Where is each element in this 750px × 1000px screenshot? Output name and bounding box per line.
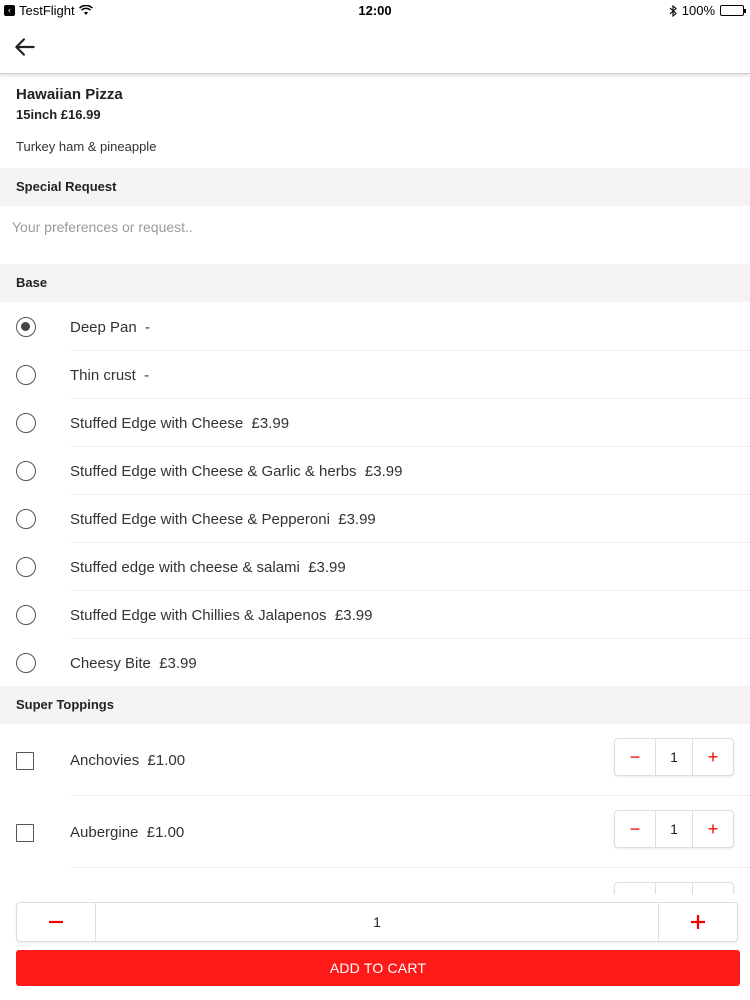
base-option-label: Cheesy Bite £3.99: [70, 654, 197, 672]
base-option-stuffed-pepperoni[interactable]: Stuffed Edge with Cheese & Pepperoni £3.…: [0, 495, 750, 543]
radio-icon[interactable]: [16, 653, 36, 673]
plus-icon[interactable]: [693, 883, 733, 894]
product-name: Hawaiian Pizza: [16, 86, 123, 103]
topping-row-aubergine: Aubergine £1.00 − 1 +: [0, 796, 750, 868]
battery-icon: [720, 5, 746, 16]
super-toppings-header: Super Toppings: [0, 686, 750, 724]
radio-icon[interactable]: [16, 509, 36, 529]
topping-quantity-stepper: − 1 +: [614, 810, 734, 848]
radio-icon[interactable]: [16, 461, 36, 481]
radio-icon[interactable]: [16, 557, 36, 577]
nav-bar: [0, 22, 750, 74]
checkbox-icon[interactable]: [16, 824, 34, 842]
radio-icon[interactable]: [16, 413, 36, 433]
special-request-header: Special Request: [0, 168, 750, 206]
base-option-label: Thin crust -: [70, 366, 150, 384]
status-time: 12:00: [358, 3, 392, 18]
topping-quantity-value: [655, 883, 693, 894]
base-option-label: Deep Pan -: [70, 318, 151, 336]
product-size-price: 15inch £16.99: [16, 107, 101, 122]
minus-icon[interactable]: −: [615, 811, 655, 847]
radio-icon[interactable]: [16, 365, 36, 385]
bluetooth-icon: [669, 4, 677, 17]
base-option-label: Stuffed Edge with Cheese & Pepperoni £3.…: [70, 510, 376, 528]
cart-quantity-stepper: 1: [16, 902, 738, 942]
toppings-list: Anchovies £1.00 − 1 + Aubergine £1.00 − …: [0, 724, 750, 894]
base-option-label: Stuffed Edge with Cheese £3.99: [70, 414, 290, 432]
topping-label: Aubergine £1.00: [70, 824, 185, 841]
topping-quantity-stepper: − 1 +: [614, 738, 734, 776]
status-right: 100%: [669, 3, 746, 18]
base-option-label: Stuffed Edge with Chillies & Jalapenos £…: [70, 606, 373, 624]
base-option-deep-pan[interactable]: Deep Pan -: [0, 303, 750, 351]
product-description: Turkey ham & pineapple: [16, 139, 157, 154]
status-bar: ‹ TestFlight 12:00 100%: [0, 0, 750, 22]
base-option-cheesy-bite[interactable]: Cheesy Bite £3.99: [0, 639, 750, 687]
topping-quantity-value: 1: [655, 811, 693, 847]
arrow-left-icon[interactable]: [12, 34, 38, 60]
topping-quantity-stepper: [614, 882, 734, 894]
plus-icon[interactable]: +: [693, 811, 733, 847]
base-option-stuffed-chillies[interactable]: Stuffed Edge with Chillies & Jalapenos £…: [0, 591, 750, 639]
radio-icon[interactable]: [16, 605, 36, 625]
topping-row-anchovies: Anchovies £1.00 − 1 +: [0, 724, 750, 796]
base-option-label: Stuffed Edge with Cheese & Garlic & herb…: [70, 462, 403, 480]
minus-icon[interactable]: [17, 903, 95, 941]
cart-quantity-value: 1: [95, 903, 659, 941]
base-option-stuffed-cheese[interactable]: Stuffed Edge with Cheese £3.99: [0, 399, 750, 447]
base-option-thin-crust[interactable]: Thin crust -: [0, 351, 750, 399]
plus-icon[interactable]: +: [693, 739, 733, 775]
topping-quantity-value: 1: [655, 739, 693, 775]
base-options-list: Deep Pan - Thin crust - Stuffed Edge wit…: [0, 303, 750, 687]
topping-label: Anchovies £1.00: [70, 752, 186, 769]
radio-selected-icon[interactable]: [16, 317, 36, 337]
base-option-stuffed-garlic[interactable]: Stuffed Edge with Cheese & Garlic & herb…: [0, 447, 750, 495]
plus-icon[interactable]: [659, 903, 737, 941]
topping-row-partial: [0, 868, 750, 894]
checkbox-icon[interactable]: [16, 752, 34, 770]
add-to-cart-button[interactable]: ADD TO CART: [16, 950, 740, 986]
base-option-label: Stuffed edge with cheese & salami £3.99: [70, 558, 346, 576]
minus-icon[interactable]: −: [615, 739, 655, 775]
special-request-input[interactable]: [12, 212, 738, 242]
base-header: Base: [0, 264, 750, 302]
minus-icon[interactable]: [615, 883, 655, 894]
base-option-stuffed-salami[interactable]: Stuffed edge with cheese & salami £3.99: [0, 543, 750, 591]
cart-bar: 1 ADD TO CART: [0, 896, 750, 1000]
battery-percent: 100%: [681, 3, 715, 18]
